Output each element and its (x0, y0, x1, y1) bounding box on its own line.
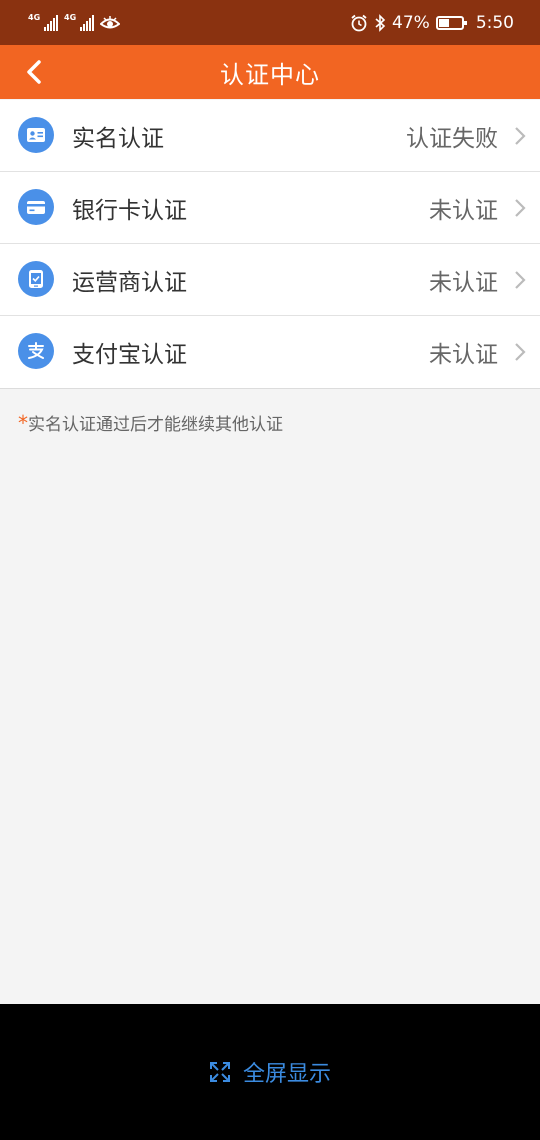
list-item-label: 银行卡认证 (72, 197, 187, 224)
phone-check-icon (29, 270, 43, 288)
chevron-right-icon (515, 343, 526, 361)
back-button[interactable] (16, 54, 52, 90)
app-header: 认证中心 (0, 45, 540, 99)
fullscreen-bar: 全屏显示 (0, 1004, 540, 1140)
status-bar: 4G 4G 47% 5:50 (0, 0, 540, 45)
fullscreen-button[interactable]: 全屏显示 (209, 1056, 331, 1088)
status-text: 未认证 (429, 342, 498, 368)
page-title: 认证中心 (220, 60, 320, 89)
status-text: 认证失败 (406, 125, 498, 152)
list-item-label: 运营商认证 (72, 269, 187, 296)
signal-icon: 4G (28, 13, 58, 31)
list-item-realname[interactable]: 实名认证 认证失败 (0, 100, 540, 172)
chevron-right-icon (515, 127, 526, 145)
verification-note: *实名认证通过后才能继续其他认证 (18, 410, 283, 435)
note-text: 实名认证通过后才能继续其他认证 (28, 415, 283, 435)
bank-card-icon (27, 200, 45, 214)
list-item-carrier[interactable]: 运营商认证 未认证 (0, 244, 540, 316)
chevron-right-icon (515, 199, 526, 217)
list-item-label: 支付宝认证 (72, 342, 187, 368)
list-item-label: 实名认证 (72, 125, 164, 152)
bluetooth-icon (375, 13, 386, 32)
alarm-icon (351, 14, 367, 31)
status-text: 未认证 (429, 269, 498, 296)
id-card-icon (27, 128, 45, 142)
eye-icon (100, 15, 120, 28)
battery-percent: 47% (392, 12, 430, 33)
list-item-alipay[interactable]: 支付宝认证 未认证 (0, 316, 540, 388)
required-asterisk: * (18, 411, 28, 435)
chevron-left-icon (27, 60, 41, 84)
alipay-icon (28, 342, 44, 359)
battery-icon (435, 15, 467, 30)
fullscreen-label: 全屏显示 (242, 1062, 331, 1087)
verification-list: 实名认证 认证失败 银行卡认证 未认证 运营商认证 未认证 支付宝认证 未认证 (0, 100, 540, 389)
status-text: 未认证 (429, 197, 498, 224)
list-item-bankcard[interactable]: 银行卡认证 未认证 (0, 172, 540, 244)
clock: 5:50 (475, 12, 514, 33)
signal-icon: 4G (64, 13, 94, 31)
chevron-right-icon (515, 271, 526, 289)
expand-icon (209, 1062, 230, 1082)
